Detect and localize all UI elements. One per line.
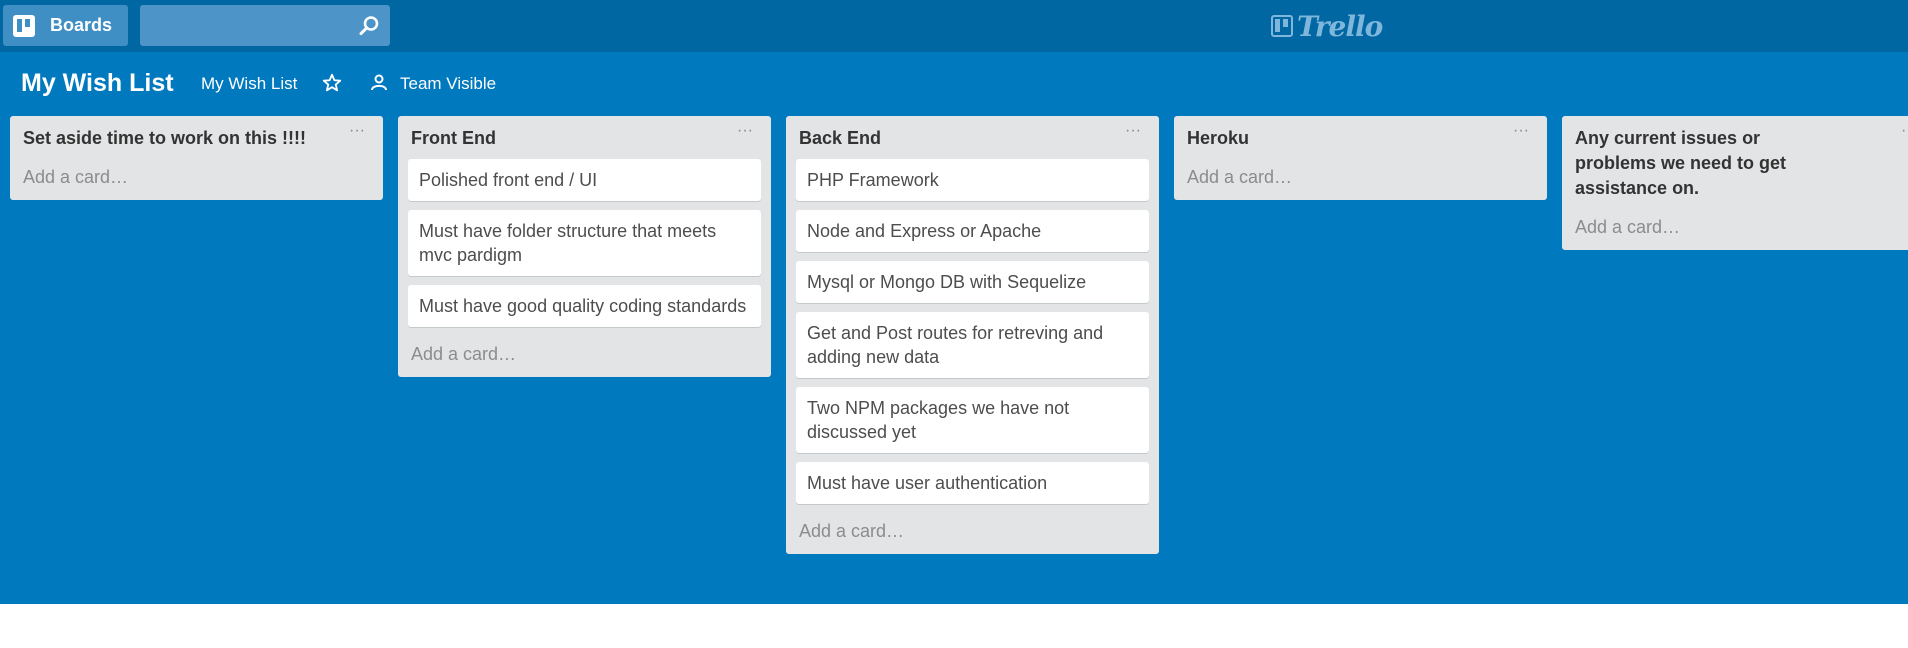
- boards-button-label: Boards: [50, 15, 113, 35]
- add-card-link[interactable]: Add a card…: [20, 159, 373, 190]
- list-front-end: Front End ··· Polished front end / UI Mu…: [398, 116, 771, 377]
- card[interactable]: Must have folder structure that meets mv…: [408, 210, 761, 276]
- list-title[interactable]: Any current issues or problems we need t…: [1575, 126, 1885, 201]
- card[interactable]: Node and Express or Apache: [796, 210, 1149, 252]
- add-card-link[interactable]: Add a card…: [408, 336, 761, 367]
- list-header[interactable]: Heroku ···: [1184, 122, 1537, 151]
- list-menu-icon[interactable]: ···: [1121, 122, 1145, 146]
- search-input[interactable]: [140, 5, 360, 46]
- list-title[interactable]: Set aside time to work on this !!!!: [23, 126, 333, 151]
- add-card-link[interactable]: Add a card…: [1184, 159, 1537, 190]
- list-menu-icon[interactable]: ···: [733, 122, 757, 146]
- trello-logo[interactable]: Trello: [1271, 9, 1383, 43]
- team-icon: [371, 74, 387, 91]
- board-title[interactable]: My Wish List: [21, 69, 174, 98]
- list-title[interactable]: Back End: [799, 126, 1109, 151]
- list-current-issues: Any current issues or problems we need t…: [1562, 116, 1908, 250]
- boards-button[interactable]: Boards: [3, 5, 128, 46]
- add-card-link[interactable]: Add a card…: [796, 513, 1149, 544]
- boards-icon: [13, 14, 35, 37]
- card[interactable]: PHP Framework: [796, 159, 1149, 201]
- list-title[interactable]: Front End: [411, 126, 721, 151]
- board-canvas: Boards Trello My Wish List My Wish List …: [0, 0, 1908, 604]
- list-menu-icon[interactable]: ···: [345, 122, 369, 146]
- list-heroku: Heroku ··· Add a card…: [1174, 116, 1547, 200]
- card[interactable]: Must have user authentication: [796, 462, 1149, 504]
- team-visibility-label[interactable]: Team Visible: [400, 74, 496, 94]
- trello-logo-text: Trello: [1297, 9, 1383, 43]
- list-header[interactable]: Set aside time to work on this !!!! ···: [20, 122, 373, 151]
- add-card-link[interactable]: Add a card…: [1572, 209, 1908, 240]
- list-back-end: Back End ··· PHP Framework Node and Expr…: [786, 116, 1159, 554]
- card[interactable]: Get and Post routes for retreving and ad…: [796, 312, 1149, 378]
- card[interactable]: Two NPM packages we have not discussed y…: [796, 387, 1149, 453]
- list-menu-icon[interactable]: ···: [1897, 122, 1908, 146]
- list-menu-icon[interactable]: ···: [1509, 122, 1533, 146]
- list-header[interactable]: Front End ···: [408, 122, 761, 151]
- board-header: My Wish List My Wish List Team Visible: [0, 52, 1908, 112]
- list-title[interactable]: Heroku: [1187, 126, 1497, 151]
- search-icon[interactable]: [358, 15, 380, 37]
- search-box[interactable]: [140, 5, 390, 46]
- star-icon[interactable]: [321, 72, 343, 94]
- list-set-aside-time: Set aside time to work on this !!!! ··· …: [10, 116, 383, 200]
- card[interactable]: Must have good quality coding standards: [408, 285, 761, 327]
- board-org-link[interactable]: My Wish List: [201, 74, 297, 94]
- card[interactable]: Mysql or Mongo DB with Sequelize: [796, 261, 1149, 303]
- list-header[interactable]: Any current issues or problems we need t…: [1572, 122, 1908, 201]
- list-header[interactable]: Back End ···: [796, 122, 1149, 151]
- top-header-bar: Boards Trello: [0, 0, 1908, 52]
- trello-logo-icon: [1271, 15, 1293, 37]
- card[interactable]: Polished front end / UI: [408, 159, 761, 201]
